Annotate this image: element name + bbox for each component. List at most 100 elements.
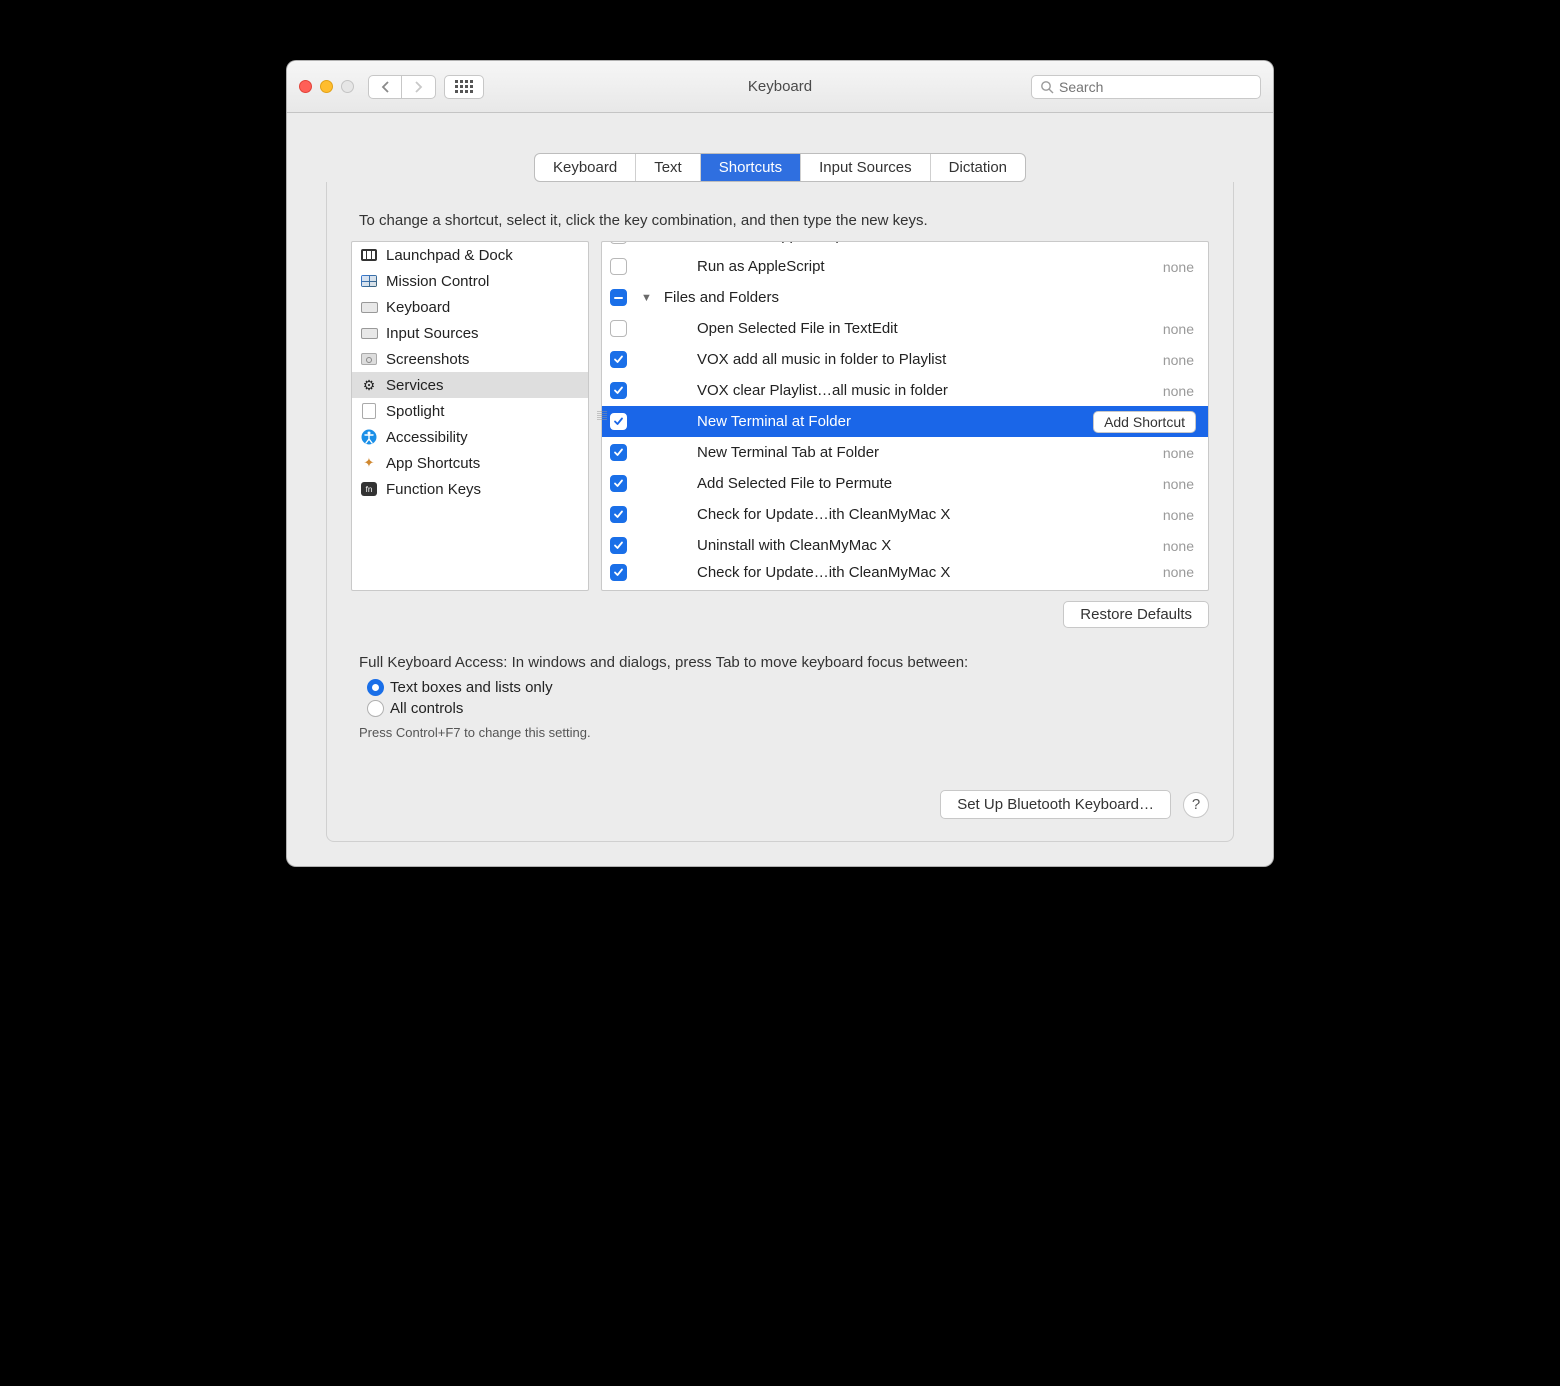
tab-dictation[interactable]: Dictation: [931, 154, 1025, 181]
checkbox[interactable]: [610, 382, 627, 399]
category-label: Launchpad & Dock: [386, 247, 513, 264]
category-accessibility[interactable]: Accessibility: [352, 424, 588, 450]
category-spotlight[interactable]: Spotlight: [352, 398, 588, 424]
checkbox[interactable]: [610, 506, 627, 523]
category-label: App Shortcuts: [386, 455, 480, 472]
full-keyboard-access-label: Full Keyboard Access: In windows and dia…: [359, 654, 1201, 671]
shortcut-value: none: [1163, 321, 1194, 337]
tab-shortcuts[interactable]: Shortcuts: [701, 154, 801, 181]
radio-all-controls[interactable]: All controls: [367, 700, 1193, 717]
back-button[interactable]: [368, 75, 402, 99]
add-shortcut-button[interactable]: Add Shortcut: [1093, 411, 1196, 433]
disclosure-triangle-icon[interactable]: ▼: [641, 292, 652, 304]
checkbox[interactable]: [610, 564, 627, 581]
category-label: Spotlight: [386, 403, 444, 420]
lists-container: Launchpad & Dock Mission Control Keyboard I…: [351, 241, 1209, 591]
category-screenshots[interactable]: Screenshots: [352, 346, 588, 372]
keyboard-icon: [360, 298, 378, 316]
category-services[interactable]: ⚙︎Services: [352, 372, 588, 398]
input-icon: [360, 324, 378, 342]
search-input[interactable]: [1059, 79, 1252, 95]
footer: Set Up Bluetooth Keyboard… ?: [351, 790, 1209, 819]
checkbox[interactable]: [610, 475, 627, 492]
shortcut-row[interactable]: VOX clear Playlist…all music in folderno…: [602, 375, 1208, 406]
checkbox[interactable]: [610, 289, 627, 306]
checkbox[interactable]: [610, 241, 627, 244]
category-app-shortcuts[interactable]: ✦ App Shortcuts: [352, 450, 588, 476]
shortcut-label: VOX add all music in folder to Playlist: [697, 351, 1153, 368]
close-window-button[interactable]: [299, 80, 312, 93]
keyboard-preferences-window: Keyboard KeyboardTextShortcutsInput Sour…: [286, 60, 1274, 867]
shortcut-value: none: [1163, 507, 1194, 523]
shortcut-row[interactable]: Add Selected File to Permutenone: [602, 468, 1208, 499]
checkbox[interactable]: [610, 413, 627, 430]
category-function-keys[interactable]: fnFunction Keys: [352, 476, 588, 502]
appshortcuts-icon: ✦: [360, 454, 378, 472]
checkbox[interactable]: [610, 351, 627, 368]
zoom-window-button[interactable]: [341, 80, 354, 93]
shortcut-label: Open Selected File in TextEdit: [697, 320, 1153, 337]
category-label: Keyboard: [386, 299, 450, 316]
help-button[interactable]: ?: [1183, 792, 1209, 818]
category-input-sources[interactable]: Input Sources: [352, 320, 588, 346]
mission-icon: [360, 272, 378, 290]
group-row[interactable]: ▼Files and Folders: [602, 282, 1208, 313]
keyboard-access-radio-group: Text boxes and lists only All controls: [367, 679, 1193, 717]
category-mission-control[interactable]: Mission Control: [352, 268, 588, 294]
radio-label: All controls: [390, 700, 463, 717]
shortcut-row[interactable]: VOX add all music in folder to Playlist n…: [602, 344, 1208, 375]
categories-list[interactable]: Launchpad & Dock Mission Control Keyboard I…: [351, 241, 589, 591]
category-label: Screenshots: [386, 351, 469, 368]
shortcut-row[interactable]: New Terminal Tab at Folder none: [602, 437, 1208, 468]
checkbox[interactable]: [610, 320, 627, 337]
setup-bluetooth-keyboard-button[interactable]: Set Up Bluetooth Keyboard…: [940, 790, 1171, 819]
shortcut-value: none: [1163, 352, 1194, 368]
shortcut-value: none: [1163, 259, 1194, 275]
shortcut-value: none: [1163, 445, 1194, 461]
forward-button[interactable]: [402, 75, 436, 99]
screenshots-icon: [360, 350, 378, 368]
checkbox[interactable]: [610, 537, 627, 554]
shortcut-label: Make New AppleScript: [697, 241, 1153, 244]
shortcut-row[interactable]: Check for Update…ith CleanMyMac Xnone: [602, 561, 1208, 583]
shortcut-label: Uninstall with CleanMyMac X: [697, 537, 1153, 554]
launchpad-icon: [360, 246, 378, 264]
keyboard-access-hint: Press Control+F7 to change this setting.: [359, 725, 1201, 740]
shortcut-row[interactable]: Make New AppleScript none: [602, 241, 1208, 251]
checkbox[interactable]: [610, 444, 627, 461]
shortcut-label: VOX clear Playlist…all music in folder: [697, 382, 1153, 399]
services-icon: ⚙︎: [360, 376, 378, 394]
category-label: Accessibility: [386, 429, 468, 446]
minimize-window-button[interactable]: [320, 80, 333, 93]
tab-keyboard[interactable]: Keyboard: [535, 154, 636, 181]
shortcut-row[interactable]: Run as AppleScriptnone: [602, 251, 1208, 282]
tab-text[interactable]: Text: [636, 154, 701, 181]
radio-text-boxes-only[interactable]: Text boxes and lists only: [367, 679, 1193, 696]
accessibility-icon: [360, 428, 378, 446]
shortcut-label: Check for Update…ith CleanMyMac X: [697, 506, 1153, 523]
category-keyboard[interactable]: Keyboard: [352, 294, 588, 320]
radio-indicator: [367, 700, 384, 717]
search-field[interactable]: [1031, 75, 1261, 99]
shortcut-row[interactable]: New Terminal at Folder Add Shortcut: [602, 406, 1208, 437]
tab-input-sources[interactable]: Input Sources: [801, 154, 931, 181]
search-icon: [1040, 80, 1054, 94]
shortcut-value: none: [1163, 241, 1194, 244]
shortcut-label: New Terminal Tab at Folder: [697, 444, 1153, 461]
show-all-button[interactable]: [444, 75, 484, 99]
shortcut-label: New Terminal at Folder: [697, 413, 1083, 430]
restore-defaults-button[interactable]: Restore Defaults: [1063, 601, 1209, 628]
fn-icon: fn: [360, 480, 378, 498]
titlebar: Keyboard: [287, 61, 1273, 113]
radio-indicator: [367, 679, 384, 696]
nav-buttons: [368, 75, 436, 99]
shortcut-row[interactable]: Open Selected File in TextEdit none: [602, 313, 1208, 344]
shortcuts-list[interactable]: Make New AppleScriptnoneRun as AppleScri…: [601, 241, 1209, 591]
shortcut-label: Add Selected File to Permute: [697, 475, 1153, 492]
category-launchpad-dock[interactable]: Launchpad & Dock: [352, 242, 588, 268]
checkbox[interactable]: [610, 258, 627, 275]
category-label: Input Sources: [386, 325, 479, 342]
resize-handle[interactable]: [597, 411, 607, 423]
shortcut-row[interactable]: Check for Update…ith CleanMyMac X none: [602, 499, 1208, 530]
shortcut-row[interactable]: Uninstall with CleanMyMac Xnone: [602, 530, 1208, 561]
